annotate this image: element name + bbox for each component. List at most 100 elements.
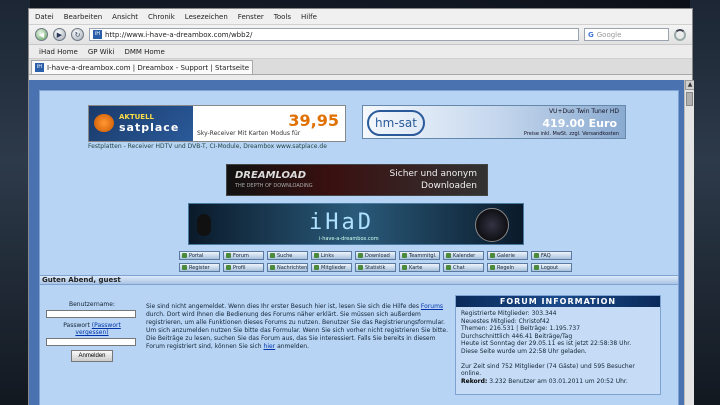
nav-logout-button[interactable]: Logout [531,263,572,272]
penguin-icon [197,214,211,236]
ihad-title: iHaD [309,210,374,235]
navigation-toolbar: ◀ ▶ ↻ iH http://www.i-have-a-dreambox.co… [29,25,692,45]
nav-profil-button[interactable]: Profil [223,263,264,272]
forum-info-line: Zur Zeit sind 752 Mitglieder (74 Gäste) … [461,362,635,378]
tab-ihad-startseite[interactable]: iH I-have-a-dreambox.com | Dreambox - Su… [31,60,253,74]
links-icon [314,253,319,258]
faq-icon [534,253,539,258]
forum-info-line: Diese Seite wurde um 22:58 Uhr geladen. [461,347,587,355]
nav-galerie-button[interactable]: Galerie [487,251,528,260]
satplace-aktuell: AKTUELL [119,113,155,121]
satplace-slogan: Sky-Receiver Mit Karten Modus für [197,129,301,137]
dreamload-line1: Sicher und anonym [389,169,477,179]
nav-faq-button[interactable]: FAQ [531,251,572,260]
scroll-thumb[interactable] [686,92,693,106]
menu-tools[interactable]: Tools [274,13,291,21]
reload-icon[interactable]: ↻ [71,28,84,41]
menu-bar: Datei Bearbeiten Ansicht Chronik Lesezei… [29,9,692,25]
forum-info-line [461,355,655,363]
login-button[interactable]: Anmelden [71,350,113,362]
nav-forum-button[interactable]: Forum [223,251,264,260]
register-icon [182,265,187,270]
logout-icon [534,265,539,270]
nav-kalender-button[interactable]: Kalender [443,251,484,260]
nav-chat-button[interactable]: Chat [443,263,484,272]
nav-team-button[interactable]: Teammitgl. [399,251,440,260]
portal-icon [182,253,187,258]
close-tab-icon[interactable]: × [252,63,253,72]
forum-page: AKTUELL satplace 39,95 Sky-Receiver Mit … [39,90,679,405]
menu-lesezeichen[interactable]: Lesezeichen [185,13,228,21]
loading-spinner-icon [674,28,686,41]
menu-datei[interactable]: Datei [35,13,54,21]
satplace-banner[interactable]: AKTUELL satplace 39,95 Sky-Receiver Mit … [88,105,346,142]
login-here-link[interactable]: hier [264,343,276,350]
password-field[interactable] [46,338,136,346]
google-icon: G [588,30,594,39]
username-label: Benutzername: [68,301,115,308]
menu-chronik[interactable]: Chronik [148,13,175,21]
forward-arrow-icon[interactable]: ▶ [53,28,66,41]
search-icon [270,253,275,258]
page-viewport: AKTUELL satplace 39,95 Sky-Receiver Mit … [29,80,694,405]
satplace-logo: AKTUELL satplace [89,106,193,141]
nav-download-button[interactable]: Download [355,251,396,260]
bookmarks-bar: iHad Home GP Wiki DMM Home [29,45,692,59]
menu-ansicht[interactable]: Ansicht [112,13,138,21]
bookmark-ihad-home[interactable]: iHad Home [39,48,78,56]
forum-icon [226,253,231,258]
calendar-icon [446,253,451,258]
menu-fenster[interactable]: Fenster [238,13,264,21]
nav-links-button[interactable]: Links [311,251,352,260]
bookmark-gp-wiki[interactable]: GP Wiki [88,48,115,56]
map-icon [402,265,407,270]
hmsat-product: VU+Duo Twin Tuner HD [548,108,619,115]
nav-statistik-button[interactable]: Statistik [355,263,396,272]
search-box[interactable]: G Google [584,28,669,41]
forum-info-line: Heute ist Sonntag der 29.05.11 es ist je… [461,340,632,347]
satplace-price: 39,95 [288,110,339,130]
dreambox-badge-icon [475,208,509,242]
scroll-up-icon[interactable]: ▲ [685,80,694,90]
menu-bearbeiten[interactable]: Bearbeiten [64,13,102,21]
hmsat-logo: hm-sat [367,110,425,136]
search-placeholder: Google [596,30,622,39]
forum-information-box: FORUM INFORMATION Registrierte Mitgliede… [455,295,661,395]
chat-icon [446,265,451,270]
hmsat-price: 419.00 Euro [542,117,617,130]
ihad-url: i-have-a-dreambox.com [319,236,379,242]
greeting-bar: Guten Abend, guest [40,275,678,285]
welcome-text: Sie sind nicht angemeldet. Wenn dies Ihr… [146,303,449,350]
nav-suche-button[interactable]: Suche [267,251,308,260]
address-bar[interactable]: iH http://www.i-have-a-dreambox.com/wbb2… [89,28,579,41]
nav-mitglieder-button[interactable]: Mitglieder [311,263,352,272]
menu-hilfe[interactable]: Hilfe [301,13,317,21]
background-right [690,0,720,405]
statistics-icon [358,265,363,270]
nav-portal-button[interactable]: Portal [179,251,220,260]
dreamload-banner[interactable]: DREAMLOAD THE DEPTH OF DOWNLOADING Siche… [226,164,488,196]
nav-register-button[interactable]: Register [179,263,220,272]
hmsat-subtext: Preise inkl. MwSt. zzgl. Versandkosten [523,131,619,137]
satplace-name: satplace [119,121,180,134]
messages-icon [270,265,275,270]
bookmark-dmm-home[interactable]: DMM Home [124,48,164,56]
username-field[interactable] [46,310,136,318]
dreamload-line2: Downloaden [421,181,477,191]
tab-bar: iH I-have-a-dreambox.com | Dreambox - Su… [29,59,692,75]
address-url[interactable]: http://www.i-have-a-dreambox.com/wbb2/ [105,31,252,39]
download-icon [358,253,363,258]
ihad-header-banner[interactable]: iHaD i-have-a-dreambox.com [188,203,524,245]
forum-help-link[interactable]: Forums [421,303,443,310]
hmsat-banner[interactable]: hm-sat VU+Duo Twin Tuner HD 419.00 Euro … [362,105,626,139]
dreamload-logo: DREAMLOAD [235,170,307,181]
nav-karte-button[interactable]: Karte [399,263,440,272]
forum-info-title: FORUM INFORMATION [456,296,660,307]
forum-info-body: Registrierte Mitglieder: 303.344 Neueste… [456,307,660,388]
nav-icon-row-1: Portal Forum Suche Links Download Teammi… [179,251,572,260]
nav-nachrichten-button[interactable]: Nachrichten [267,263,308,272]
nav-regeln-button[interactable]: Regeln [487,263,528,272]
vertical-scrollbar[interactable]: ▲ [684,80,694,405]
satplace-footer[interactable]: Festplatten - Receiver HDTV und DVB-T, C… [88,143,378,150]
back-arrow-icon[interactable]: ◀ [35,28,48,41]
